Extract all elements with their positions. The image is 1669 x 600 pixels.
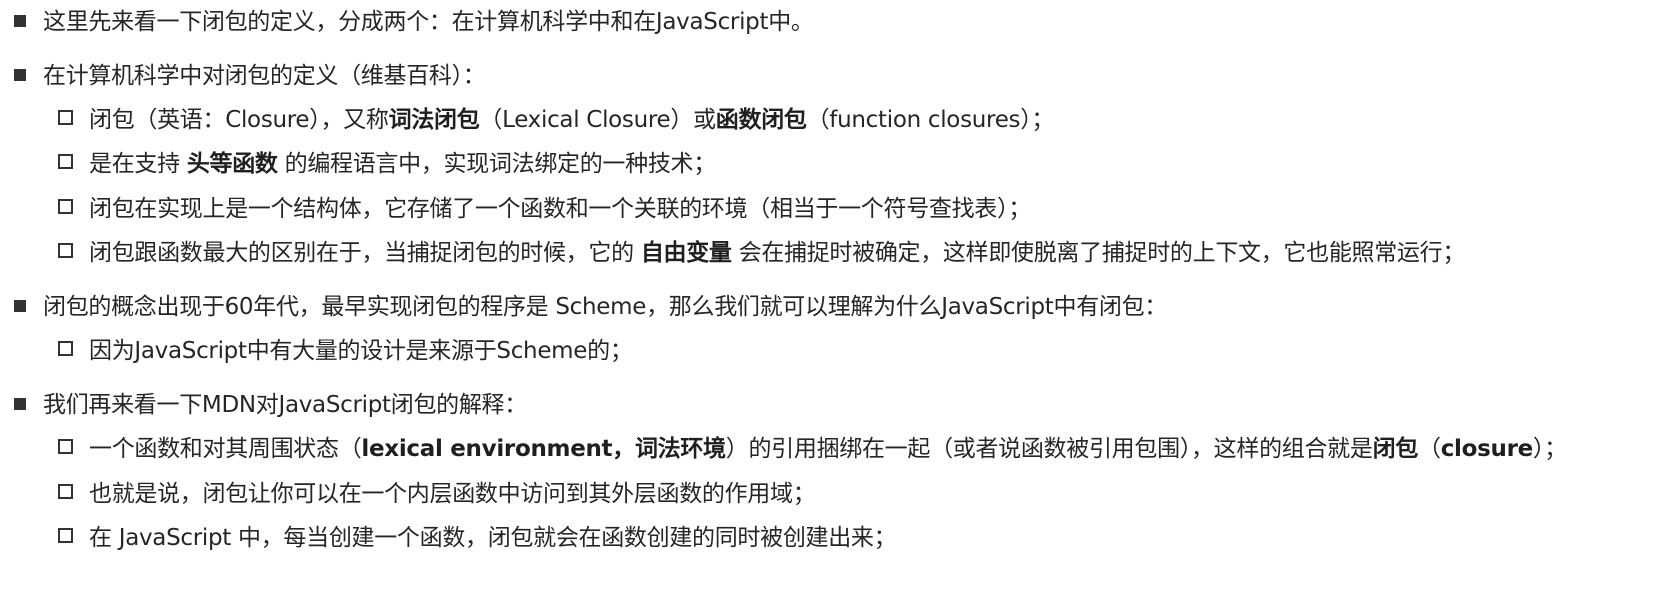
text-segment: （function closures）； [806, 107, 1055, 133]
text-segment: 闭包跟函数最大的区别在于，当捕捉闭包的时候，它的 [89, 240, 641, 266]
text-segment: 也就是说，闭包让你可以在一个内层函数中访问到其外层函数的作用域； [89, 481, 816, 507]
sub-bullet-item-closure-names: 闭包（英语：Closure），又称词法闭包（Lexical Closure）或函… [58, 105, 1054, 135]
bold-term: 词法闭包 [388, 107, 480, 133]
sub-bullet-item-creation-time: 在 JavaScript 中，每当创建一个函数，闭包就会在函数创建的同时被创建出… [58, 523, 897, 553]
hollow-square-bullet-icon [58, 110, 73, 125]
text-segment: 闭包在实现上是一个结构体，它存储了一个函数和一个关联的环境（相当于一个符号查找表… [89, 196, 1031, 222]
filled-square-bullet-icon [14, 69, 26, 81]
bullet-item-closure-intro: 这里先来看一下闭包的定义，分成两个：在计算机科学中和在JavaScript中。 [14, 7, 814, 37]
bullet-item-cs-definition: 在计算机科学中对闭包的定义（维基百科）： [14, 61, 486, 91]
text-segment: ）的引用捆绑在一起（或者说函数被引用包围），这样的组合就是 [725, 436, 1373, 462]
text-segment: 一个函数和对其周围状态（ [89, 436, 362, 462]
text-segment: （ [1417, 436, 1441, 462]
text-segment: 会在捕捉时被确定，这样即使脱离了捕捉时的上下文，它也能照常运行； [731, 240, 1466, 266]
text-segment: 在计算机科学中对闭包的定义（维基百科）： [43, 63, 486, 89]
hollow-square-bullet-icon [58, 439, 73, 454]
sub-bullet-item-outer-scope: 也就是说，闭包让你可以在一个内层函数中访问到其外层函数的作用域； [58, 479, 816, 509]
text-segment: ）； [1532, 436, 1567, 462]
hollow-square-bullet-icon [58, 341, 73, 356]
bullet-item-mdn-explanation: 我们再来看一下MDN对JavaScript闭包的解释： [14, 390, 527, 420]
bold-term: 函数闭包 [715, 107, 807, 133]
filled-square-bullet-icon [14, 300, 26, 312]
text-segment: 因为JavaScript中有大量的设计是来源于Scheme的； [89, 338, 633, 364]
bold-term: 自由变量 [640, 240, 732, 266]
bold-term: 闭包 [1372, 436, 1419, 462]
text-segment: 闭包的概念出现于60年代，最早实现闭包的程序是 Scheme，那么我们就可以理解… [43, 294, 1167, 320]
hollow-square-bullet-icon [58, 243, 73, 258]
text-segment: 我们再来看一下MDN对JavaScript闭包的解释： [43, 392, 527, 418]
sub-bullet-item-mdn-definition: 一个函数和对其周围状态（lexical environment，词法环境）的引用… [58, 434, 1567, 464]
sub-bullet-item-free-variables: 闭包跟函数最大的区别在于，当捕捉闭包的时候，它的 自由变量 会在捕捉时被确定，这… [58, 238, 1465, 268]
sub-bullet-item-first-class-functions: 是在支持 头等函数 的编程语言中，实现词法绑定的一种技术； [58, 149, 716, 179]
bold-term: lexical environment，词法环境 [361, 436, 726, 462]
text-segment: 闭包（英语：Closure），又称 [89, 107, 389, 133]
hollow-square-bullet-icon [58, 154, 73, 169]
bold-term: 头等函数 [186, 151, 278, 177]
slide-content: 这里先来看一下闭包的定义，分成两个：在计算机科学中和在JavaScript中。 … [0, 0, 1669, 600]
text-segment: 在 JavaScript 中，每当创建一个函数，闭包就会在函数创建的同时被创建出… [89, 525, 897, 551]
hollow-square-bullet-icon [58, 528, 73, 543]
sub-bullet-item-scheme-origin: 因为JavaScript中有大量的设计是来源于Scheme的； [58, 336, 633, 366]
hollow-square-bullet-icon [58, 199, 73, 214]
filled-square-bullet-icon [14, 398, 26, 410]
text-segment: 的编程语言中，实现词法绑定的一种技术； [277, 151, 717, 177]
filled-square-bullet-icon [14, 15, 26, 27]
text-segment: （Lexical Closure）或 [479, 107, 716, 133]
text-segment: 这里先来看一下闭包的定义，分成两个：在计算机科学中和在JavaScript中。 [43, 9, 814, 35]
sub-bullet-item-structure: 闭包在实现上是一个结构体，它存储了一个函数和一个关联的环境（相当于一个符号查找表… [58, 194, 1031, 224]
text-segment: 是在支持 [89, 151, 187, 177]
bullet-item-history: 闭包的概念出现于60年代，最早实现闭包的程序是 Scheme，那么我们就可以理解… [14, 292, 1167, 322]
hollow-square-bullet-icon [58, 484, 73, 499]
bold-term: closure [1440, 436, 1534, 462]
